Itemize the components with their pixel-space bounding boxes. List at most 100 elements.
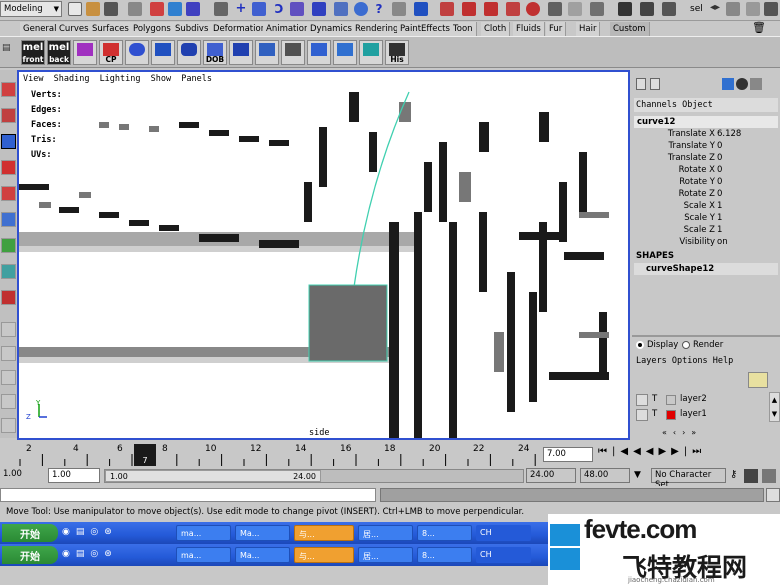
channel-value[interactable]: 1 xyxy=(717,213,722,223)
tab-rendering[interactable]: Rendering xyxy=(352,22,403,36)
range-bar-track[interactable]: 1.00 24.00 xyxy=(104,469,524,483)
channel-box-toggle-icon[interactable] xyxy=(764,2,778,16)
scale-tool-icon[interactable] xyxy=(1,186,16,201)
tab-fluids[interactable]: Fluids xyxy=(513,22,545,36)
extrude-icon[interactable] xyxy=(255,40,279,65)
channel-value[interactable]: on xyxy=(717,237,728,247)
anim-prefs-icon[interactable] xyxy=(762,469,776,483)
snap-view-icon[interactable] xyxy=(484,2,498,16)
new-layer-icon[interactable] xyxy=(748,372,768,388)
task-button[interactable]: ma... xyxy=(176,525,231,541)
layer-name[interactable]: layer2 xyxy=(680,394,707,404)
channel-value[interactable]: 0 xyxy=(717,177,722,187)
task-button[interactable]: Ma... xyxy=(235,547,290,563)
task-button[interactable]: Ma... xyxy=(235,525,290,541)
start-button[interactable]: 开始 xyxy=(2,546,58,564)
cylinder-icon[interactable] xyxy=(177,40,201,65)
language-bar[interactable]: CH xyxy=(476,525,531,541)
layout-outliner-icon[interactable] xyxy=(1,394,16,409)
manip-tool-icon[interactable] xyxy=(1,212,16,227)
playback-start-field[interactable]: 1.00 xyxy=(48,468,100,483)
channel-value[interactable]: 0 xyxy=(717,189,722,199)
channel-value[interactable]: 0 xyxy=(717,141,722,151)
menu-object[interactable]: Object xyxy=(682,100,713,110)
tab-curves[interactable]: Curves xyxy=(56,22,93,36)
layout-side-icon[interactable] xyxy=(1,370,16,385)
menu-options[interactable]: Options xyxy=(672,356,708,366)
menu-shading[interactable]: Shading xyxy=(54,74,90,84)
language-bar[interactable]: CH xyxy=(476,547,531,563)
hypershade-icon[interactable] xyxy=(640,2,654,16)
go-to-end-icon[interactable]: ⏭ xyxy=(692,446,706,457)
trash-icon[interactable]: 🗑 xyxy=(752,21,766,35)
shelf-button-mel-back[interactable]: mel back xyxy=(47,40,71,65)
channel-rotate-x[interactable]: Rotate X0 xyxy=(632,165,780,177)
pick-mask-icon[interactable] xyxy=(186,2,200,16)
ipr-icon[interactable] xyxy=(568,2,582,16)
make-live-icon[interactable] xyxy=(506,2,520,16)
step-back-key-icon[interactable]: |◀ xyxy=(612,446,633,457)
task-button[interactable]: 8... xyxy=(417,547,472,563)
select-object-icon[interactable] xyxy=(150,2,164,16)
channel-rotate-z[interactable]: Rotate Z0 xyxy=(632,189,780,201)
attribute-layout-icon[interactable] xyxy=(650,78,660,90)
channel-scale-x[interactable]: Scale X1 xyxy=(632,201,780,213)
pick-lights-icon[interactable] xyxy=(334,2,348,16)
channel-value[interactable]: 1 xyxy=(717,201,722,211)
tab-custom[interactable]: Custom xyxy=(610,22,650,36)
channel-visibility[interactable]: Visibility on xyxy=(632,237,780,249)
layer-color-swatch[interactable] xyxy=(666,410,676,420)
plane-icon[interactable] xyxy=(229,40,253,65)
layout-four-icon[interactable] xyxy=(1,346,16,361)
pick-surfaces-icon[interactable] xyxy=(312,2,326,16)
chevron-down-icon[interactable]: ▼ xyxy=(634,470,641,480)
filter-icon[interactable] xyxy=(214,2,228,16)
render-globals-icon[interactable] xyxy=(590,2,604,16)
menu-panels[interactable]: Panels xyxy=(181,74,212,84)
menu-layers[interactable]: Layers xyxy=(636,356,667,366)
channel-translate-x[interactable]: Translate X 6.128 xyxy=(632,129,780,141)
ipr-render-icon[interactable] xyxy=(662,2,676,16)
brush-icon[interactable] xyxy=(281,40,305,65)
paint-icon[interactable] xyxy=(722,78,734,90)
layer-row[interactable]: T layer1 xyxy=(634,409,768,422)
command-input[interactable] xyxy=(0,488,376,502)
layer-options-icon[interactable] xyxy=(750,78,762,90)
layout-graph-icon[interactable] xyxy=(1,418,16,433)
pick-deformers-icon[interactable] xyxy=(290,2,304,16)
snap-point-icon[interactable] xyxy=(462,2,476,16)
layout-single-icon[interactable] xyxy=(1,322,16,337)
tab-surfaces[interactable]: Surfaces xyxy=(89,22,133,36)
shape-name[interactable]: curveShape12 xyxy=(634,263,778,275)
soft-mod-icon[interactable] xyxy=(1,238,16,253)
range-bar[interactable]: 1.00 24.00 xyxy=(105,470,321,482)
layer-type-toggle[interactable]: T xyxy=(652,394,657,404)
end-time-field[interactable]: 48.00 xyxy=(580,468,630,483)
move-pivot-icon[interactable] xyxy=(333,40,357,65)
show-manip-icon[interactable] xyxy=(1,264,16,279)
tab-subdivs[interactable]: Subdivs xyxy=(172,22,213,36)
layer-name[interactable]: layer1 xyxy=(680,409,707,419)
snap-curve-icon[interactable] xyxy=(440,2,454,16)
step-back-icon[interactable]: ◀ xyxy=(633,446,646,457)
quick-launch[interactable]: ◉▤◎⊛ xyxy=(62,527,172,539)
tab-toon[interactable]: Toon xyxy=(450,22,477,36)
pick-handles-icon[interactable] xyxy=(252,2,266,16)
menu-channels[interactable]: Channels xyxy=(636,100,677,110)
tab-dynamics[interactable]: Dynamics xyxy=(307,22,356,36)
current-time-field[interactable]: 7.00 xyxy=(543,447,593,462)
snap-grid-icon[interactable] xyxy=(414,2,428,16)
lock-icon[interactable] xyxy=(392,2,406,16)
playback-end-field[interactable]: 24.00 xyxy=(526,468,576,483)
tab-hair[interactable]: Hair xyxy=(576,22,601,36)
select-hierarchy-icon[interactable] xyxy=(128,2,142,16)
history-shelf-icon[interactable]: His xyxy=(385,40,409,65)
open-scene-icon[interactable] xyxy=(86,2,100,16)
task-button[interactable]: 居... xyxy=(358,547,413,563)
step-forward-icon[interactable]: ▶| xyxy=(671,446,692,457)
mode-selector[interactable]: Modeling ▼ xyxy=(0,1,62,17)
menu-help[interactable]: Help xyxy=(713,356,733,366)
tool-settings-icon[interactable] xyxy=(746,2,760,16)
tab-cloth[interactable]: Cloth xyxy=(481,22,511,36)
snap-icon[interactable] xyxy=(307,40,331,65)
